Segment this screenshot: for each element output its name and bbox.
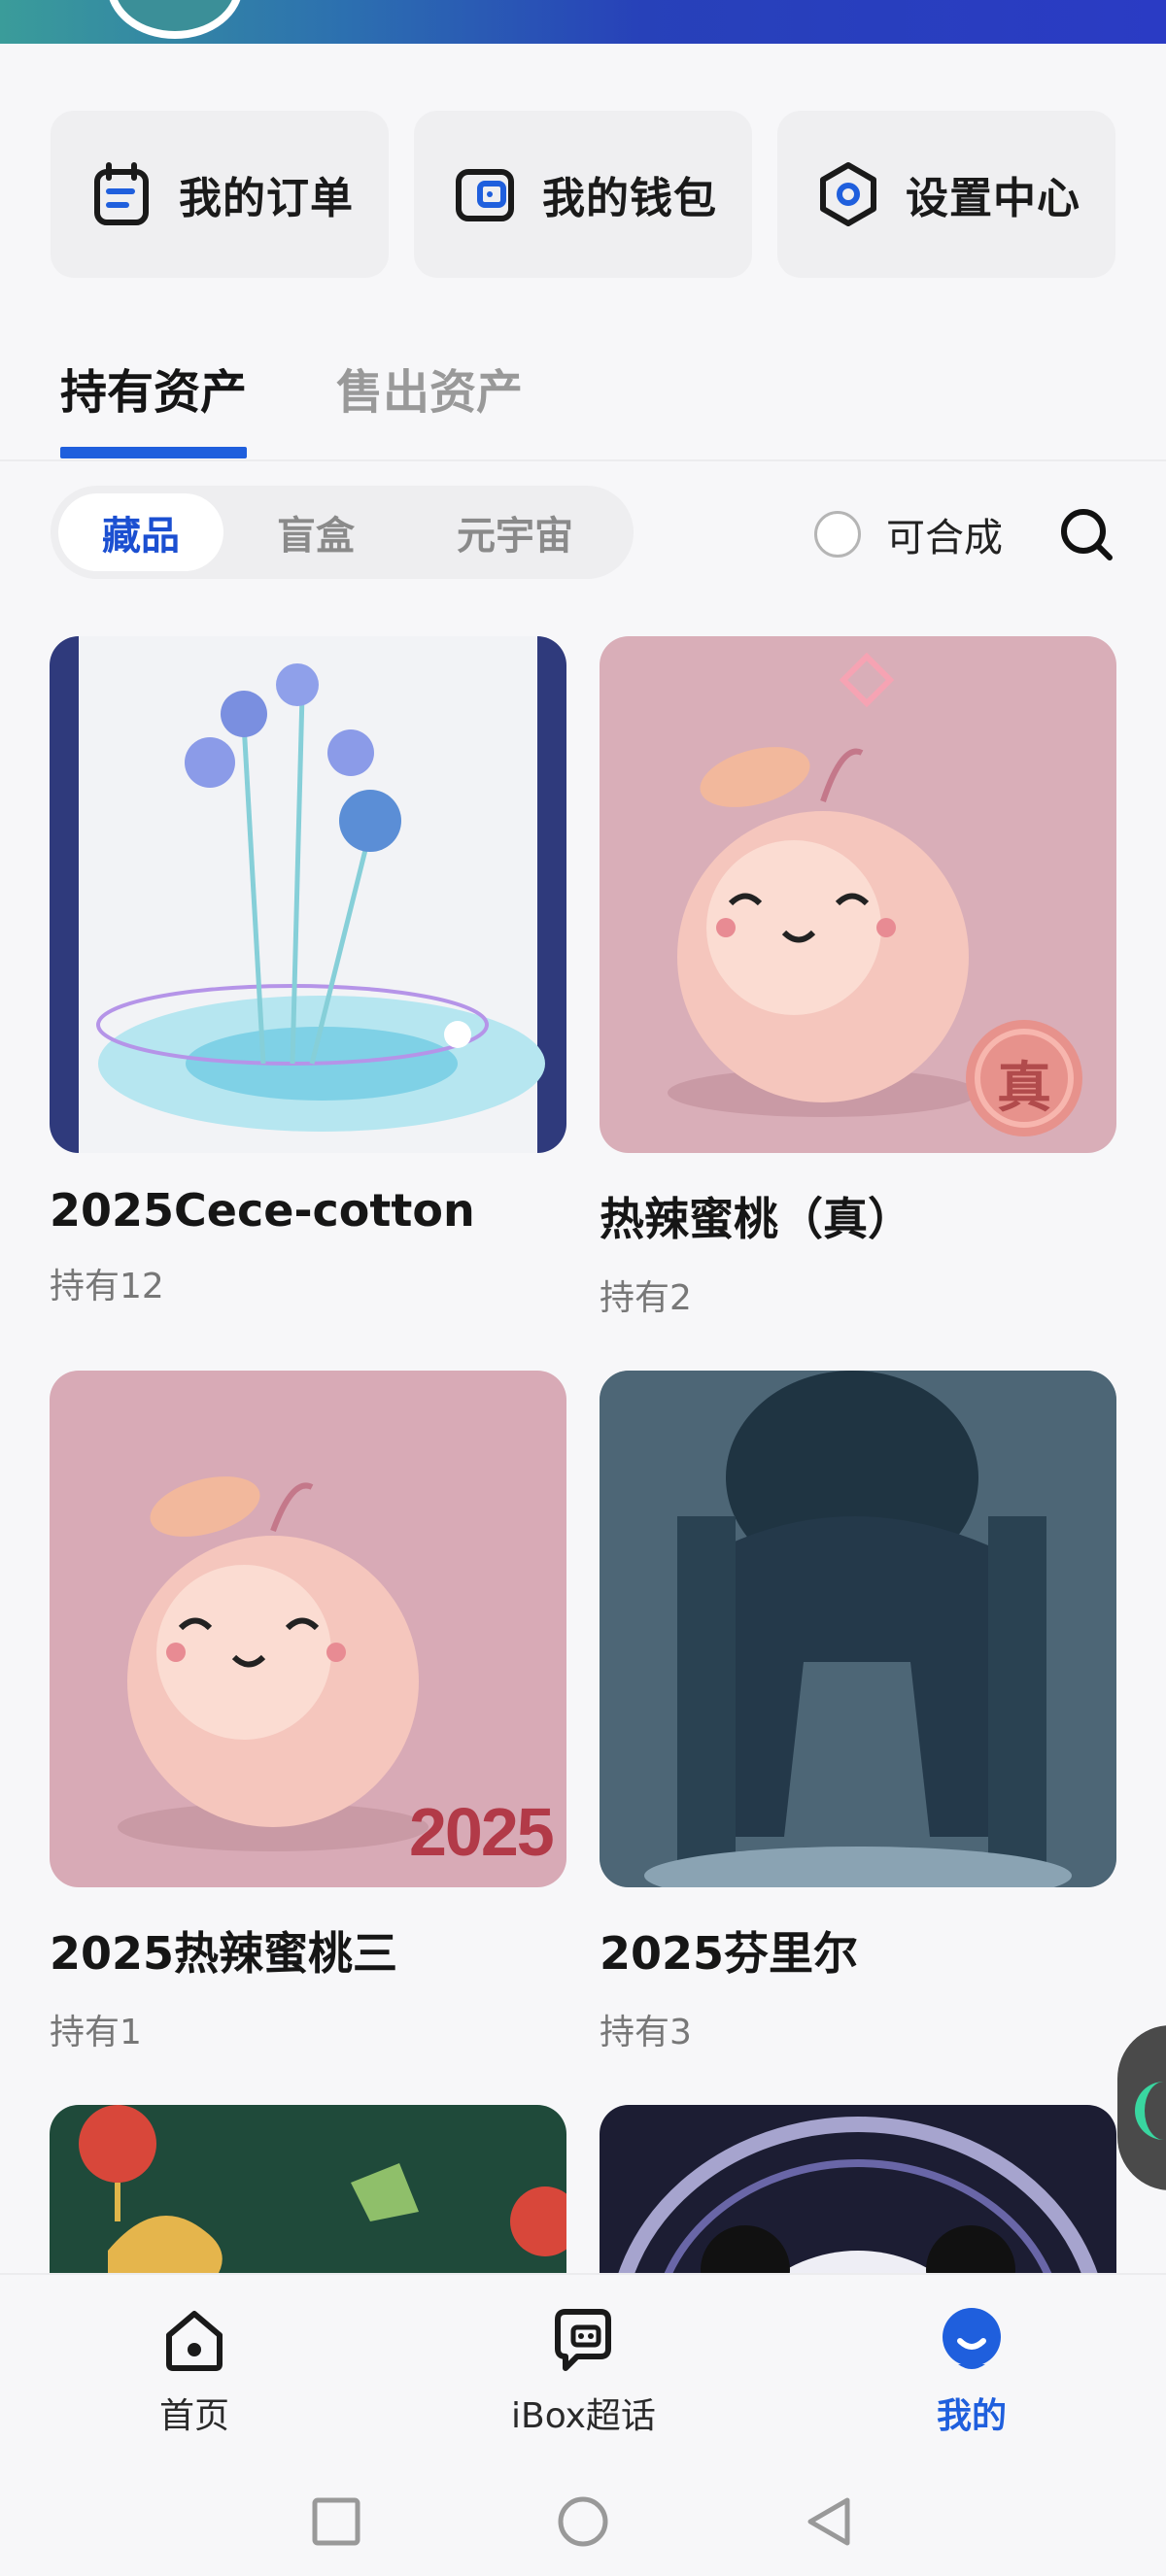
asset-thumbnail: 2025 [50,1371,566,1887]
nav-home-label: 首页 [159,2396,230,2436]
asset-thumbnail: 真 [600,636,1116,1153]
asset-thumbnail [50,636,566,1153]
asset-tabs: 持有资产 售出资产 [60,340,523,458]
wolf-artwork-image [600,1371,1116,1887]
combinable-filter[interactable]: 可合成 [814,505,1003,563]
my-orders-button[interactable]: 我的订单 [51,111,389,278]
asset-holding: 持有12 [50,1267,164,1306]
settings-icon [820,162,876,226]
wallet-icon [456,169,514,221]
asset-holding: 持有1 [50,2013,142,2052]
asset-card[interactable]: 2025 2025热辣蜜桃三 持有1 [50,1371,566,2054]
combinable-radio[interactable] [814,511,861,558]
nav-profile-label: 我的 [937,2396,1008,2436]
combinable-label: 可合成 [886,516,1003,560]
asset-title: 2025热辣蜜桃三 [50,1927,398,1980]
true-seal-text: 真 [997,1056,1051,1120]
asset-holding: 持有3 [600,2013,692,2052]
home-circle-icon[interactable] [554,2492,612,2551]
nav-profile[interactable]: 我的 [937,2304,1007,2438]
profile-header-banner [0,0,1166,44]
order-icon [94,162,149,225]
settings-center-button[interactable]: 设置中心 [777,111,1115,278]
tab-blind-box[interactable]: 盲盒 [223,493,408,571]
tab-held-assets[interactable]: 持有资产 [60,340,248,458]
asset-card[interactable]: 真 热辣蜜桃（真） 持有2 [600,636,1116,1320]
system-navigation-bar [0,2467,1166,2576]
tab-collectibles[interactable]: 藏品 [58,493,223,571]
nav-ibox-label: iBox超话 [511,2396,656,2436]
flower-artwork-image [50,636,566,1153]
my-wallet-button[interactable]: 我的钱包 [414,111,752,278]
year-overlay-text: 2025 [409,1794,555,1870]
tab-sold-assets[interactable]: 售出资产 [336,340,523,457]
asset-title: 2025Cece-cotton [50,1184,475,1237]
my-orders-label: 我的订单 [179,174,354,223]
chat-icon [555,2309,612,2371]
home-icon [166,2311,223,2371]
tabs-divider [0,459,1166,461]
tab-metaverse[interactable]: 元宇宙 [408,493,622,571]
asset-title: 2025芬里尔 [600,1927,859,1980]
nav-ibox-topics[interactable]: iBox超话 [511,2304,656,2438]
nav-home[interactable]: 首页 [159,2304,229,2438]
profile-icon [943,2308,1001,2369]
category-tabs: 藏品 盲盒 元宇宙 [51,486,634,579]
asset-title: 热辣蜜桃（真） [600,1193,912,1245]
bottom-nav: 首页 iBox超话 我的 [0,2273,1166,2467]
asset-card[interactable]: 2025Cece-cotton 持有12 [50,636,566,1308]
asset-card[interactable]: 2025芬里尔 持有3 [600,1371,1116,2054]
back-icon[interactable] [801,2492,859,2551]
quick-actions: 我的订单 我的钱包 设置中心 [51,111,1115,278]
profile-page: 我的订单 我的钱包 设置中心 持有资产 售出资产 藏品 盲盒 元宇宙 可合成 2… [0,0,1166,2576]
settings-center-label: 设置中心 [906,174,1080,223]
search-icon[interactable] [1057,505,1115,563]
asset-holding: 持有2 [600,1278,692,1318]
asset-thumbnail [600,1371,1116,1887]
floating-assistant-button[interactable] [1117,2025,1166,2190]
recent-apps-icon[interactable] [307,2492,365,2551]
my-wallet-label: 我的钱包 [542,174,717,223]
avatar[interactable] [107,0,243,39]
